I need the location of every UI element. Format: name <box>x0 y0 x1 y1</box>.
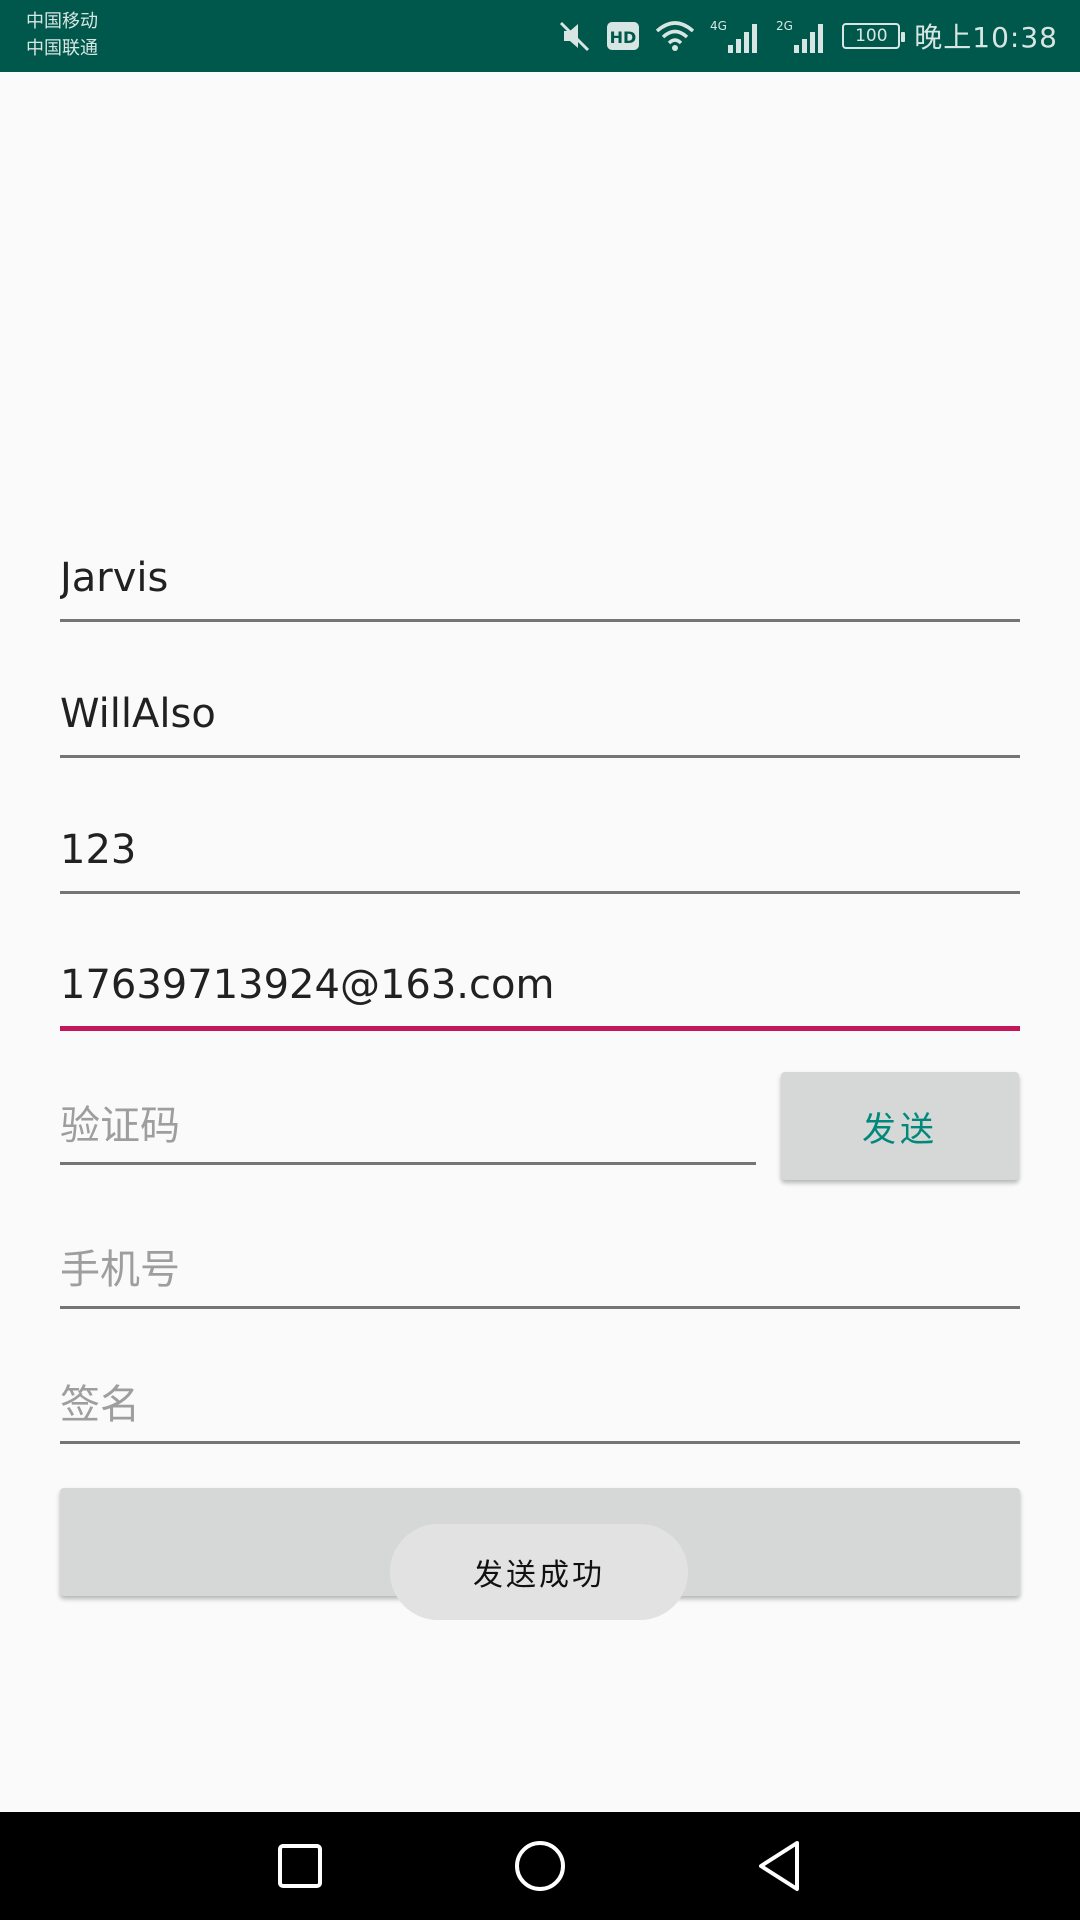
toast-message: 发送成功 <box>390 1524 688 1620</box>
svg-text:4G: 4G <box>710 19 727 33</box>
hd-icon: HD <box>606 19 640 53</box>
nickname-field[interactable] <box>60 684 1020 744</box>
battery-icon: 100 <box>842 23 906 49</box>
carrier-1-label: 中国移动 <box>26 11 98 32</box>
signature-field[interactable] <box>60 1375 1020 1435</box>
navigation-bar <box>0 1812 1080 1920</box>
svg-text:HD: HD <box>610 28 637 47</box>
back-icon[interactable] <box>748 1834 812 1898</box>
username-field[interactable] <box>60 548 1020 608</box>
wifi-icon <box>654 19 696 53</box>
carrier-info: 中国移动 中国联通 <box>26 8 98 62</box>
signature-underline <box>60 1441 1020 1444</box>
toast-text: 发送成功 <box>473 1558 605 1593</box>
status-icons: HD 4G 2G 100 晚上10:38 <box>558 14 1058 58</box>
send-code-button[interactable]: 发送 <box>781 1072 1019 1180</box>
email-field[interactable] <box>60 955 1020 1015</box>
signal-2g-icon: 2G <box>776 17 828 55</box>
home-icon[interactable] <box>508 1834 572 1898</box>
carrier-2-label: 中国联通 <box>26 38 98 59</box>
nickname-underline <box>60 755 1020 758</box>
mute-icon <box>558 19 592 53</box>
phone-underline <box>60 1306 1020 1309</box>
verification-code-field[interactable] <box>60 1096 756 1156</box>
signal-4g-icon: 4G <box>710 17 762 55</box>
username-underline <box>60 619 1020 622</box>
password-underline <box>60 891 1020 894</box>
svg-text:2G: 2G <box>776 19 793 33</box>
clock: 晚上10:38 <box>914 21 1058 54</box>
verification-code-underline <box>60 1162 756 1165</box>
email-underline-focused <box>60 1026 1020 1031</box>
battery-level: 100 <box>855 26 888 46</box>
password-field[interactable] <box>60 820 1020 880</box>
phone-field[interactable] <box>60 1240 1020 1300</box>
status-bar: 中国移动 中国联通 HD 4G 2G 100 晚上10:38 <box>0 0 1080 72</box>
recent-apps-icon[interactable] <box>268 1834 332 1898</box>
